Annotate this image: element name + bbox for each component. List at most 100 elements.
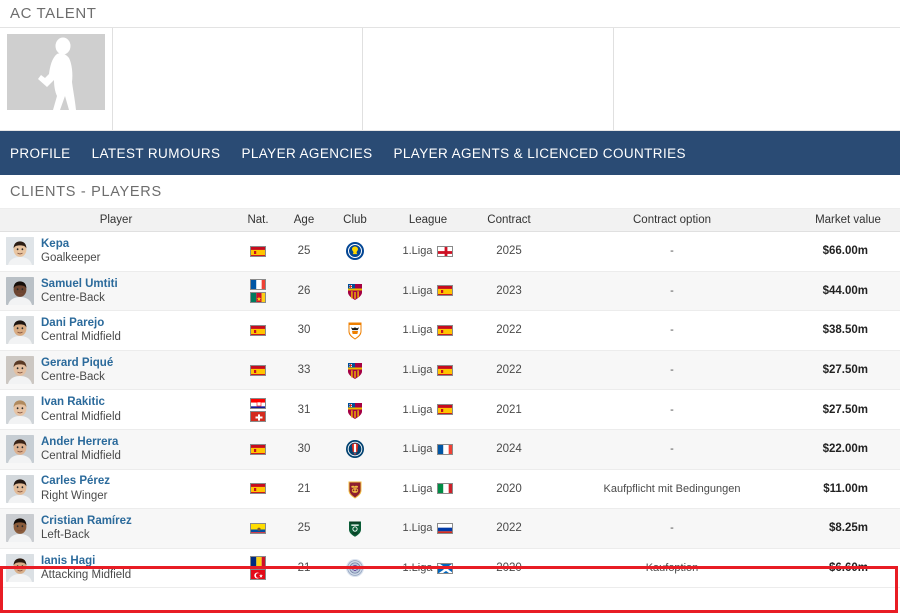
market-value-cell[interactable]: $22.00m: [796, 429, 900, 470]
page-title: CLIENTS - PLAYERS: [10, 183, 162, 200]
club-crest-icon[interactable]: [345, 440, 365, 459]
contract-cell: 2023: [470, 271, 548, 312]
player-name-link[interactable]: Samuel Umtiti: [41, 277, 118, 291]
league-cell[interactable]: 1.Liga: [386, 429, 470, 470]
column-header-club[interactable]: Club: [324, 209, 386, 232]
player-position: Central Midfield: [41, 331, 121, 344]
market-value-cell[interactable]: $38.50m: [796, 310, 900, 351]
club-crest-icon[interactable]: [345, 481, 365, 499]
league-cell[interactable]: 1.Liga: [386, 469, 470, 510]
league-cell[interactable]: 1.Liga: [386, 350, 470, 391]
player-name-link[interactable]: Cristian Ramírez: [41, 514, 132, 528]
player-cell: Dani Parejo Central Midfield: [0, 310, 232, 351]
age-cell: 21: [284, 548, 324, 589]
contract-cell: 2022: [470, 508, 548, 549]
nationality-cell: [232, 389, 284, 430]
league-cell[interactable]: 1.Liga: [386, 271, 470, 312]
nav-profile[interactable]: PROFILE: [10, 146, 84, 161]
player-name-link[interactable]: Carles Pérez: [41, 474, 110, 488]
table-row[interactable]: Gerard Piqué Centre-Back 33 1.Liga 2022 …: [0, 350, 900, 391]
table-row[interactable]: Ander Herrera Central Midfield 30 1.Liga…: [0, 429, 900, 470]
league-flag-italy: [437, 483, 454, 495]
market-value-cell[interactable]: $44.00m: [796, 271, 900, 312]
player-name-link[interactable]: Ander Herrera: [41, 435, 121, 449]
club-crest-icon[interactable]: [345, 322, 365, 341]
league-flag-spain: [437, 404, 454, 416]
table-row[interactable]: Kepa Goalkeeper 25 1.Liga 2025 - $66.00m: [0, 231, 900, 272]
age-cell: 33: [284, 350, 324, 391]
contract-option-cell: -: [548, 231, 796, 272]
nav-player-agents-licenced-countries[interactable]: PLAYER AGENTS & LICENCED COUNTRIES: [394, 146, 699, 161]
table-row[interactable]: Carles Pérez Right Winger 21 1.Liga 2020…: [0, 469, 900, 510]
player-name-link[interactable]: Gerard Piqué: [41, 356, 113, 370]
nationality-cell: [232, 271, 284, 312]
nat-flag-spain: [250, 245, 266, 257]
table-row[interactable]: Cristian Ramírez Left-Back 25 1.Liga 202…: [0, 508, 900, 549]
club-crest-icon[interactable]: [345, 559, 365, 578]
market-value-cell[interactable]: $8.25m: [796, 508, 900, 549]
player-name-link[interactable]: Dani Parejo: [41, 316, 121, 330]
nationality-flags: [236, 278, 280, 303]
player-name-link[interactable]: Ianis Hagi: [41, 554, 131, 568]
contract-option-cell: -: [548, 429, 796, 470]
brand-bar: AC TALENT: [0, 0, 900, 28]
club-cell[interactable]: [324, 548, 386, 589]
table-body: Kepa Goalkeeper 25 1.Liga 2025 - $66.00m: [0, 231, 900, 589]
contract-option-cell: -: [548, 508, 796, 549]
league-cell[interactable]: 1.Liga: [386, 231, 470, 272]
table-row[interactable]: Ianis Hagi Attacking Midfield 21 1.Liga …: [0, 548, 900, 589]
table-row[interactable]: Ivan Rakitic Central Midfield 31 1.Liga …: [0, 389, 900, 430]
column-header-contract[interactable]: Contract: [470, 209, 548, 232]
player-position: Right Winger: [41, 489, 108, 502]
league-cell[interactable]: 1.Liga: [386, 508, 470, 549]
club-cell[interactable]: [324, 231, 386, 272]
market-value-cell[interactable]: $66.00m: [796, 231, 900, 272]
avatar: [6, 514, 34, 543]
club-cell[interactable]: [324, 350, 386, 391]
column-header-league: League: [386, 209, 470, 232]
table-row[interactable]: Samuel Umtiti Centre-Back 26 1.Liga 2023…: [0, 271, 900, 312]
club-cell[interactable]: [324, 389, 386, 430]
nationality-flags: [236, 245, 280, 257]
league-cell[interactable]: 1.Liga: [386, 389, 470, 430]
player-position: Left-Back: [41, 529, 90, 542]
player-position: Central Midfield: [41, 410, 121, 423]
club-cell[interactable]: [324, 310, 386, 351]
club-cell[interactable]: [324, 508, 386, 549]
club-crest-icon[interactable]: [345, 363, 365, 380]
club-cell[interactable]: [324, 469, 386, 510]
player-position: Goalkeeper: [41, 252, 101, 265]
nav-latest-rumours[interactable]: LATEST RUMOURS: [92, 146, 234, 161]
age-cell: 30: [284, 310, 324, 351]
league-flag-france: [437, 443, 454, 455]
market-value-cell[interactable]: $6.60m: [796, 548, 900, 589]
profile-info-strip: [0, 28, 900, 131]
column-header-market-value[interactable]: Market value: [796, 209, 900, 232]
market-value-cell[interactable]: $11.00m: [796, 469, 900, 510]
league-cell[interactable]: 1.Liga: [386, 548, 470, 589]
contract-option-cell: -: [548, 271, 796, 312]
nationality-flags: [236, 443, 280, 455]
club-cell[interactable]: [324, 429, 386, 470]
column-header-age[interactable]: Age: [284, 209, 324, 232]
club-crest-icon[interactable]: [345, 242, 365, 261]
player-cell: Cristian Ramírez Left-Back: [0, 508, 232, 549]
market-value-cell[interactable]: $27.50m: [796, 350, 900, 391]
nat-flag-turkey: [250, 569, 266, 581]
league-flag-scotland: [437, 562, 454, 574]
club-cell[interactable]: [324, 271, 386, 312]
player-cell: Ianis Hagi Attacking Midfield: [0, 548, 232, 589]
club-crest-icon[interactable]: [345, 402, 365, 419]
nationality-flags: [236, 556, 280, 581]
club-crest-icon[interactable]: [345, 283, 365, 300]
contract-option-cell: -: [548, 310, 796, 351]
league-name: 1.Liga: [402, 364, 433, 377]
market-value-cell[interactable]: $27.50m: [796, 389, 900, 430]
player-name-link[interactable]: Ivan Rakitic: [41, 395, 121, 409]
table-row[interactable]: Dani Parejo Central Midfield 30 1.Liga 2…: [0, 310, 900, 351]
player-position: Attacking Midfield: [41, 569, 132, 582]
club-crest-icon[interactable]: [345, 521, 365, 538]
nav-player-agencies[interactable]: PLAYER AGENCIES: [241, 146, 385, 161]
league-cell[interactable]: 1.Liga: [386, 310, 470, 351]
player-name-link[interactable]: Kepa: [41, 237, 100, 251]
